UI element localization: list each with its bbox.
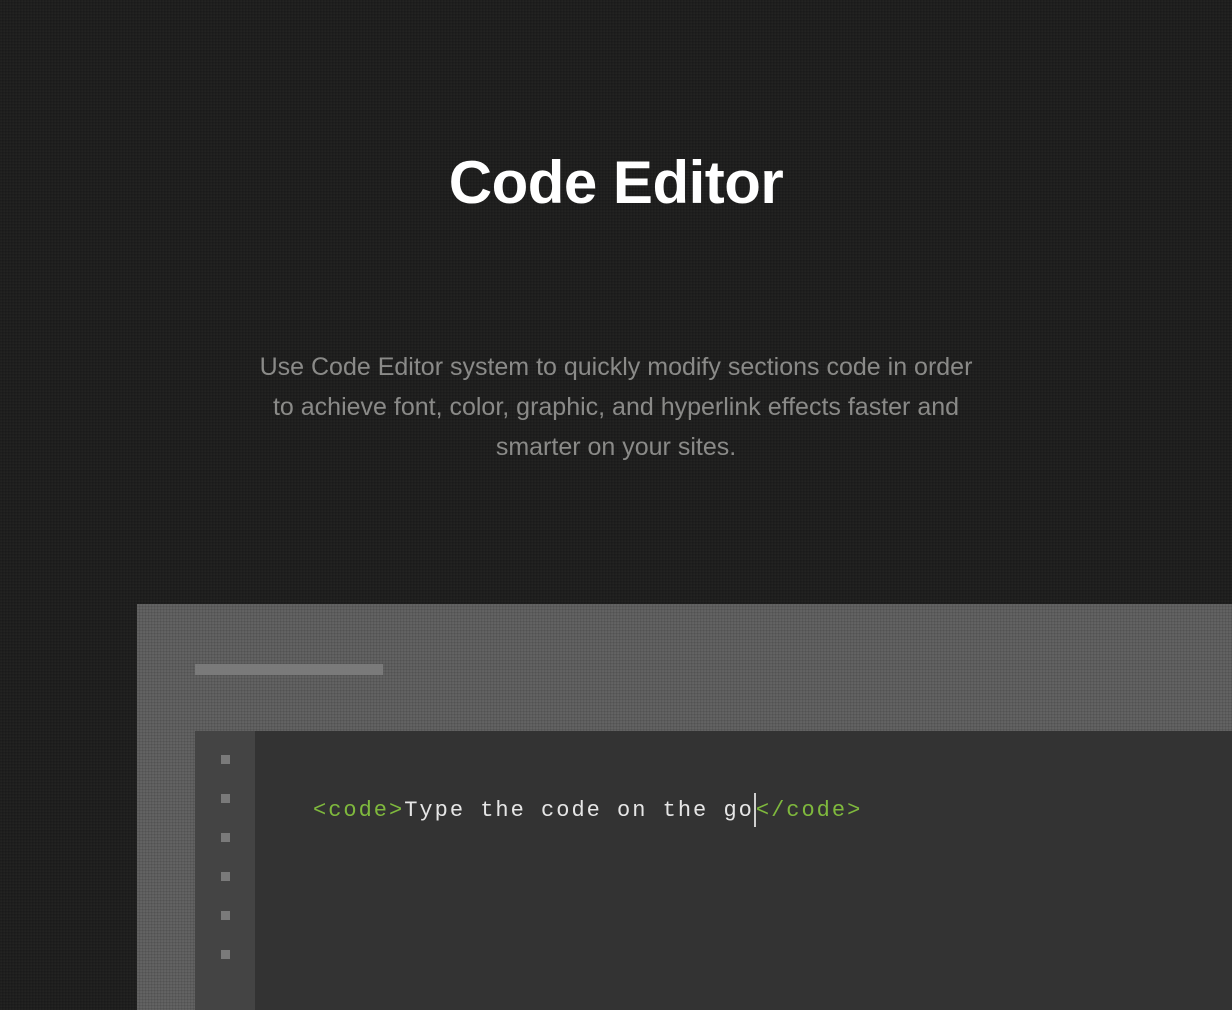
gutter-marker [221,833,230,842]
code-close-tag: </code> [756,798,862,823]
page-description: Use Code Editor system to quickly modify… [256,347,976,467]
code-area: <code>Type the code on the go</code> [195,731,1232,1010]
editor-frame: <code>Type the code on the go</code> [137,604,1232,1010]
gutter-marker [221,950,230,959]
gutter-marker [221,911,230,920]
code-text: Type the code on the go [404,798,754,823]
gutter-marker [221,872,230,881]
editor-tab-bar[interactable] [195,664,383,675]
gutter-marker [221,755,230,764]
line-gutter [195,731,255,1010]
page: Code Editor Use Code Editor system to qu… [0,0,1232,1010]
code-line[interactable]: <code>Type the code on the go</code> [313,793,1232,827]
gutter-marker [221,794,230,803]
code-open-tag: <code> [313,798,404,823]
hero-section: Code Editor Use Code Editor system to qu… [0,0,1232,467]
code-body[interactable]: <code>Type the code on the go</code> [255,731,1232,1010]
page-title: Code Editor [0,148,1232,217]
